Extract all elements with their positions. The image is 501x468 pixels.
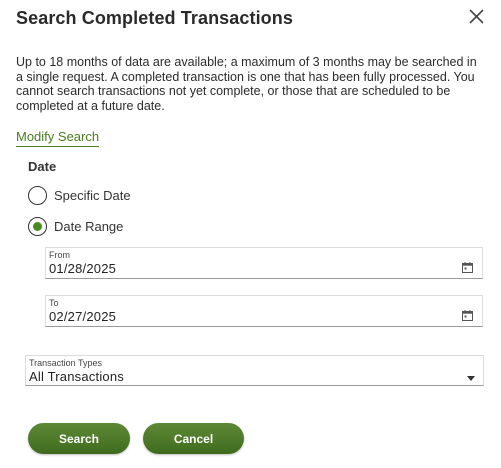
search-transactions-dialog: Search Completed Transactions Up to 18 m… bbox=[0, 0, 501, 468]
to-date-field[interactable]: To 02/27/2025 bbox=[45, 295, 483, 327]
search-button[interactable]: Search bbox=[28, 423, 130, 454]
to-date-value[interactable]: 02/27/2025 bbox=[49, 309, 116, 324]
transaction-types-select[interactable]: Transaction Types All Transactions bbox=[25, 355, 484, 386]
from-date-field[interactable]: From 01/28/2025 bbox=[45, 247, 483, 279]
dialog-title: Search Completed Transactions bbox=[16, 8, 293, 28]
calendar-icon[interactable] bbox=[462, 310, 473, 321]
transaction-types-value[interactable]: All Transactions bbox=[29, 369, 124, 384]
radio-label-date-range: Date Range bbox=[54, 219, 124, 234]
from-date-value[interactable]: 01/28/2025 bbox=[49, 261, 116, 276]
dialog-description: Up to 18 months of data are available; a… bbox=[16, 55, 477, 113]
radio-checked-icon[interactable] bbox=[28, 217, 47, 236]
cancel-button[interactable]: Cancel bbox=[143, 423, 244, 454]
close-icon bbox=[469, 9, 484, 24]
radio-date-range[interactable]: Date Range bbox=[28, 217, 123, 236]
transaction-types-label: Transaction Types bbox=[29, 358, 103, 368]
radio-label-specific-date: Specific Date bbox=[54, 188, 131, 203]
modify-search-link[interactable]: Modify Search bbox=[16, 129, 100, 147]
calendar-icon[interactable] bbox=[462, 262, 473, 273]
from-date-label: From bbox=[49, 250, 70, 260]
radio-unchecked-icon[interactable] bbox=[28, 186, 47, 205]
to-date-label: To bbox=[49, 298, 59, 308]
date-heading: Date bbox=[28, 159, 57, 174]
caret-down-icon[interactable] bbox=[467, 376, 475, 381]
close-button[interactable] bbox=[464, 6, 488, 30]
radio-specific-date[interactable]: Specific Date bbox=[28, 186, 131, 205]
